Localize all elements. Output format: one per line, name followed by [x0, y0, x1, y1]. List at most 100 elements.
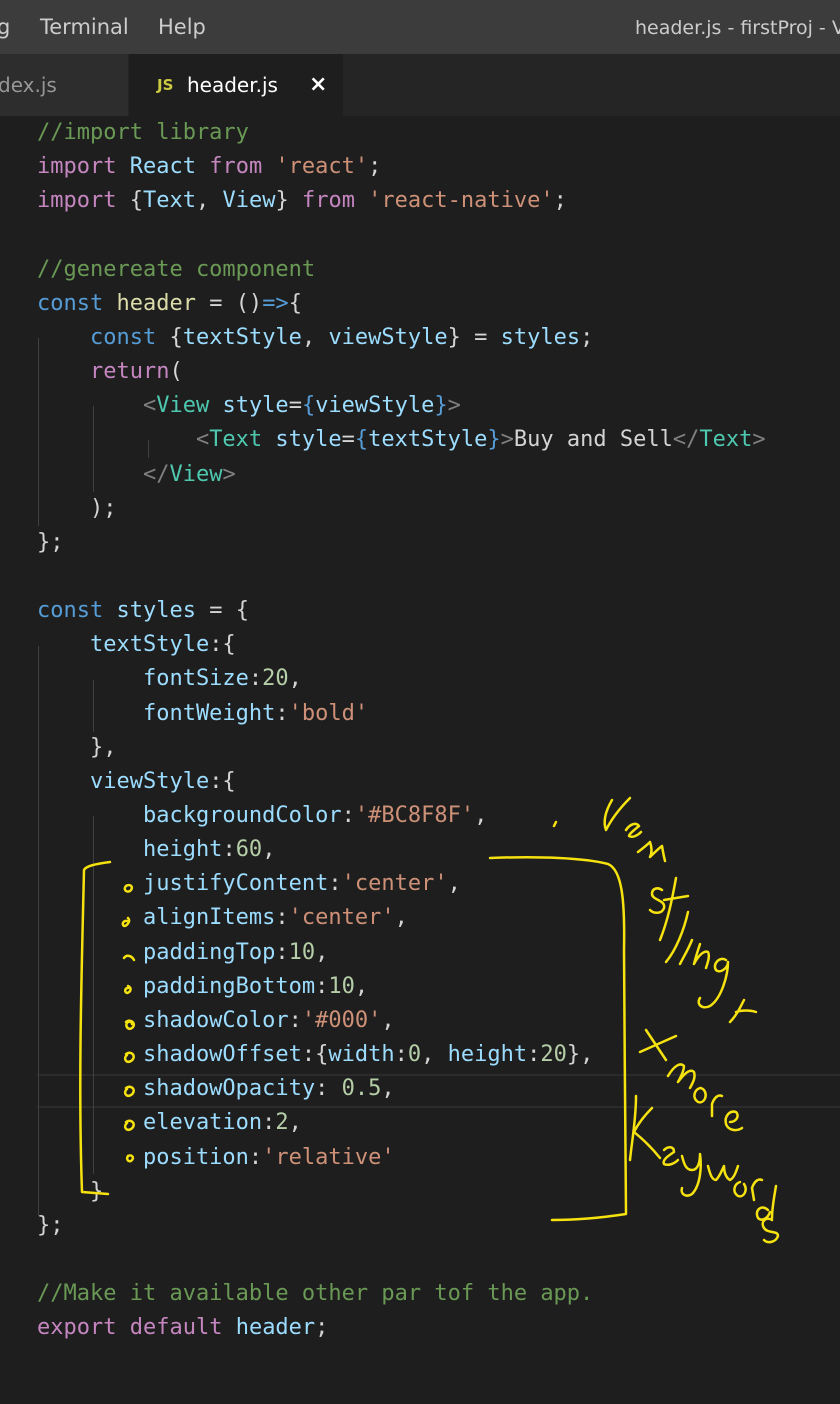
code-token: 'bold' — [288, 700, 369, 726]
code-line[interactable]: ); — [37, 492, 117, 526]
code-token: style — [209, 393, 289, 419]
code-line[interactable]: textStyle:{ — [37, 628, 236, 662]
code-token: viewStyle — [315, 393, 435, 419]
code-line[interactable]: fontWeight:'bold' — [37, 697, 368, 731]
code-token: > — [500, 427, 514, 453]
code-token: , — [262, 837, 276, 863]
code-token: :{ — [209, 632, 236, 658]
code-token: : — [315, 1076, 342, 1102]
javascript-file-icon: JS — [157, 76, 174, 94]
code-token: return — [37, 359, 170, 385]
code-line[interactable]: <View style={viewStyle}> — [37, 389, 461, 423]
code-token: , — [474, 803, 488, 828]
code-token: ( — [169, 359, 183, 385]
tab-header-js[interactable]: JS header.js × — [129, 54, 343, 116]
code-token: = — [341, 427, 355, 453]
code-token: height — [37, 837, 223, 863]
code-token: ; — [580, 324, 594, 350]
code-token: import — [37, 154, 117, 180]
code-line[interactable]: export default header; — [37, 1311, 328, 1345]
code-line[interactable]: paddingTop:10, — [37, 936, 328, 970]
code-token: : — [248, 1144, 263, 1170]
code-line[interactable]: //genereate component — [37, 253, 315, 287]
code-line[interactable]: justifyContent:'center', — [37, 867, 461, 901]
code-line[interactable]: shadowOpacity: 0.5, — [37, 1072, 395, 1106]
code-line[interactable]: }, — [37, 731, 117, 765]
tab-index-js[interactable]: dex.js — [0, 54, 128, 116]
code-token: : — [341, 803, 355, 828]
code-token: 10 — [288, 939, 316, 965]
code-token: , — [315, 939, 329, 965]
code-line[interactable]: height:60, — [37, 833, 275, 867]
code-line[interactable]: //Make it available other par tof the ap… — [37, 1277, 593, 1311]
code-line[interactable]: <Text style={textStyle}>Buy and Sell</Te… — [37, 423, 766, 457]
code-token: Text — [699, 427, 753, 453]
code-token: }, — [566, 1042, 594, 1068]
code-line[interactable]: </View> — [37, 458, 236, 492]
tab-label: dex.js — [0, 73, 57, 97]
code-token: , — [354, 973, 369, 999]
code-token: , — [195, 188, 223, 214]
code-token: : — [248, 666, 263, 692]
code-token: : — [328, 871, 342, 897]
code-line[interactable]: import React from 'react'; — [37, 150, 381, 184]
code-line[interactable]: }; — [37, 526, 64, 560]
code-token: { — [288, 290, 302, 316]
code-token: position — [37, 1144, 249, 1170]
code-line[interactable]: viewStyle:{ — [37, 765, 236, 799]
code-token: < — [37, 427, 210, 453]
code-line[interactable]: elevation:2, — [37, 1106, 302, 1140]
code-token: height — [447, 1042, 528, 1068]
code-token: export — [37, 1315, 117, 1341]
code-line[interactable]: //import library — [37, 116, 249, 150]
code-line[interactable]: const {textStyle, viewStyle} = styles; — [37, 321, 593, 355]
code-token: { — [301, 393, 316, 419]
code-line[interactable]: }; — [37, 1209, 64, 1243]
code-token: = — [288, 393, 302, 419]
code-token: :{ — [209, 768, 236, 794]
menu-item-debug[interactable]: g — [0, 14, 10, 40]
menu-item-help[interactable]: Help — [158, 14, 206, 40]
code-token: : — [394, 1042, 408, 1068]
code-line[interactable]: fontSize:20, — [37, 662, 302, 696]
code-line[interactable]: return( — [37, 355, 183, 389]
code-line[interactable]: import {Text, View} from 'react-native'; — [37, 184, 567, 218]
code-token: , — [381, 1076, 395, 1102]
code-line[interactable]: alignItems:'center', — [37, 901, 408, 935]
code-line[interactable]: position:'relative' — [37, 1141, 395, 1175]
code-line[interactable]: shadowColor:'#000', — [37, 1004, 395, 1038]
code-token: 20 — [540, 1042, 567, 1068]
code-token: fontWeight — [37, 700, 276, 726]
code-token: => — [262, 290, 289, 316]
code-token: , — [288, 666, 302, 692]
code-token: < — [37, 393, 157, 419]
code-token: { — [116, 188, 143, 214]
code-token: header — [222, 1315, 316, 1341]
code-line[interactable]: } — [37, 1175, 103, 1209]
code-line[interactable]: const header = ()=>{ — [37, 287, 302, 321]
code-line[interactable]: backgroundColor:'#BC8F8F', — [37, 799, 487, 833]
code-line[interactable]: paddingBottom:10, — [37, 970, 368, 1004]
tab-label: header.js — [187, 73, 278, 97]
code-token: fontSize — [37, 666, 249, 692]
code-token: } — [275, 188, 302, 214]
code-token: shadowOffset — [37, 1042, 302, 1068]
code-token: //Make it available other par tof the ap… — [37, 1281, 594, 1307]
code-token: </ — [672, 427, 700, 453]
code-line[interactable]: const styles = { — [37, 594, 249, 628]
code-token: const — [37, 324, 157, 350]
code-line[interactable]: shadowOffset:{width:0, height:20}, — [37, 1038, 593, 1072]
code-token: > — [752, 427, 766, 453]
code-token: shadowOpacity — [37, 1076, 316, 1102]
code-token: textStyle — [368, 427, 488, 453]
code-token: '#000' — [301, 1007, 382, 1033]
close-icon[interactable]: × — [309, 54, 327, 116]
menu-item-terminal[interactable]: Terminal — [40, 14, 129, 40]
code-token: > — [222, 461, 236, 487]
code-token: : — [315, 973, 329, 999]
menu-bar: g Terminal Help header.js - firstProj - … — [0, 0, 840, 54]
code-token: </ — [37, 461, 170, 487]
code-editor[interactable]: //import library import React from 'react… — [0, 116, 840, 1404]
code-token: }, — [37, 734, 117, 760]
code-token: 0.5 — [341, 1076, 382, 1102]
